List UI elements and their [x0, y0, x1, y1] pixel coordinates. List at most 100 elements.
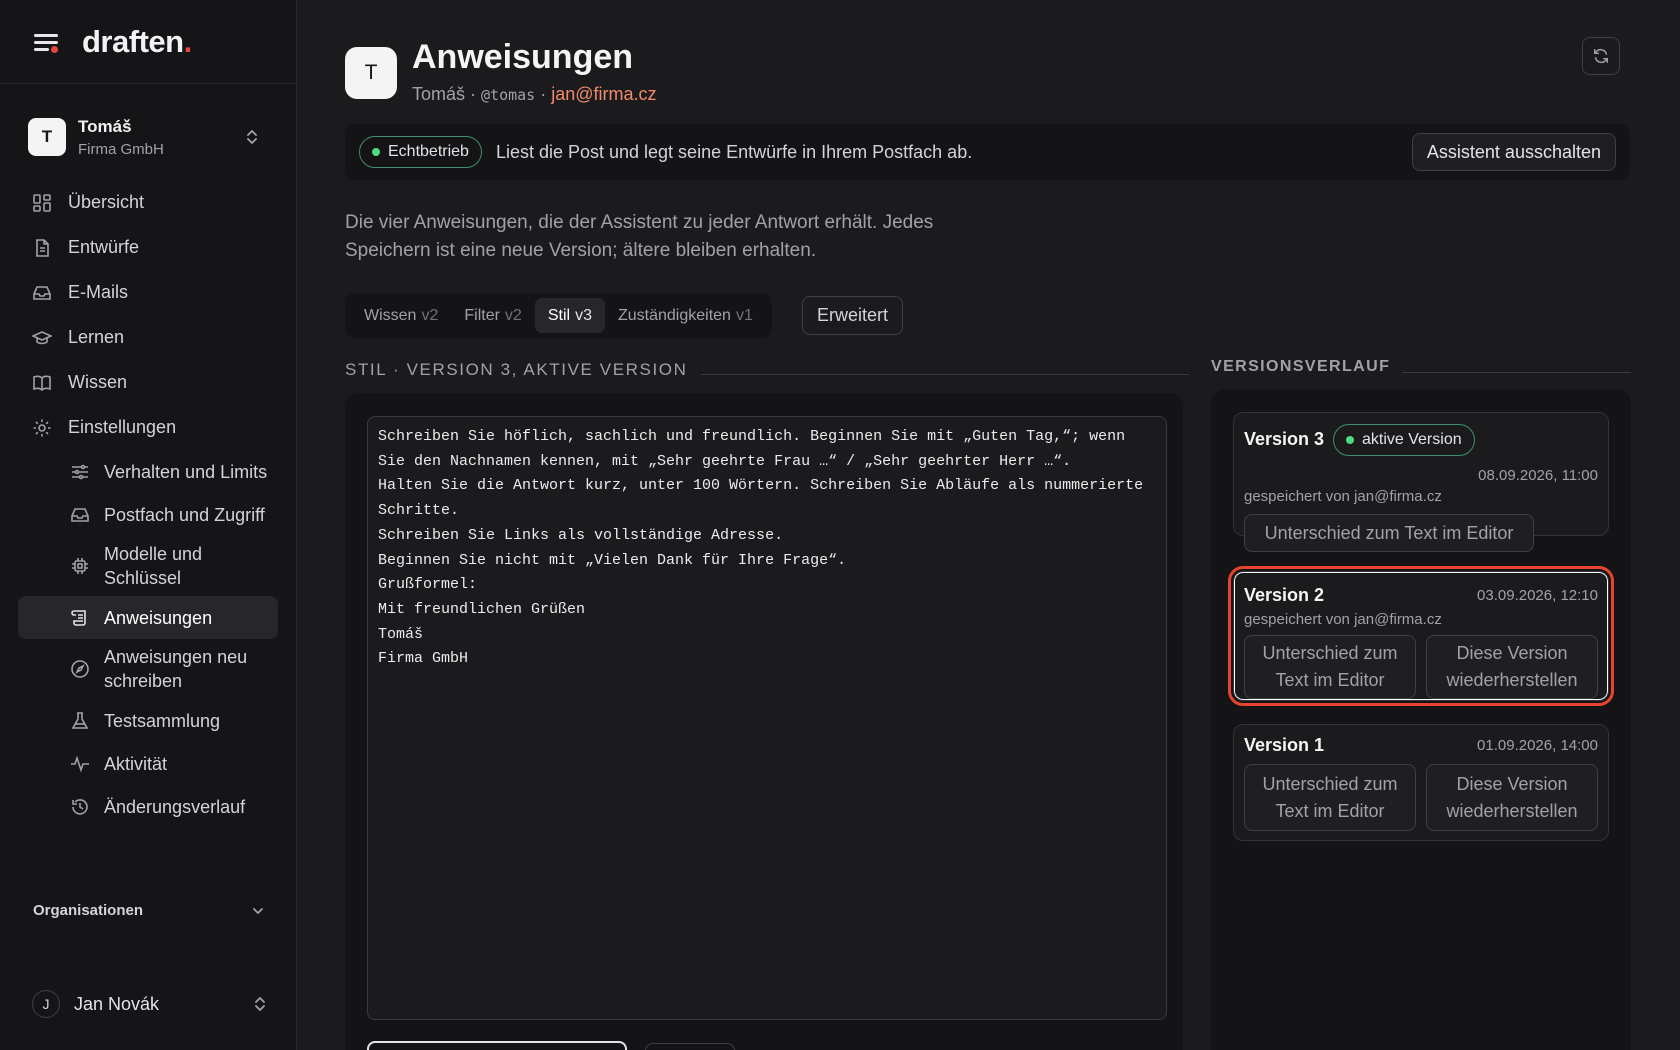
nav-item-instructions[interactable]: Anweisungen	[18, 596, 278, 639]
intro-text: Die vier Anweisungen, die der Assistent …	[345, 212, 934, 261]
nav-item-knowledge[interactable]: Wissen	[18, 360, 278, 405]
dashboard-icon	[33, 193, 51, 212]
version-title: Version 1	[1244, 735, 1325, 755]
nav-item-tests[interactable]: Testsammlung	[70, 699, 278, 742]
refresh-icon	[1593, 48, 1609, 64]
editor-heading-label: STIL · VERSION 3, AKTIVE VERSION	[345, 360, 688, 379]
version-date: 03.09.2026, 12:10	[1477, 587, 1598, 604]
inbox-icon	[33, 285, 51, 300]
nav-label: Änderungsverlauf	[104, 796, 246, 817]
active-version-badge: aktive Version	[1333, 424, 1475, 456]
nav-item-models[interactable]: Modelle und Schlüssel	[70, 536, 278, 596]
nav-item-mailbox[interactable]: Postfach und Zugriff	[70, 493, 278, 536]
status-text: Liest die Post und legt seine Entwürfe i…	[495, 141, 973, 162]
chevron-updown-icon	[247, 130, 257, 144]
assistant-handle: @tomas	[481, 86, 536, 104]
chevron-updown-icon	[255, 997, 265, 1011]
nav-item-overview[interactable]: Übersicht	[18, 180, 278, 225]
nav-item-activity[interactable]: Aktivität	[70, 742, 278, 785]
version-card: Version 3 aktive Version 08.09.2026, 11:…	[1233, 412, 1609, 552]
diff-button[interactable]: Unterschied zum Text im Editor	[1244, 764, 1416, 831]
nav-item-drafts[interactable]: Entwürfe	[18, 225, 278, 270]
restore-version-button[interactable]: Diese Version wiederherstellen	[1426, 764, 1598, 831]
sliders-icon	[72, 464, 88, 479]
tab-wissen[interactable]: Wissen v2	[351, 298, 451, 333]
brand-bar: draften.	[0, 0, 296, 84]
user-menu[interactable]: J Jan Novák	[32, 990, 272, 1018]
settings-subnav: Verhalten und Limits Postfach und Zugrif…	[18, 450, 278, 828]
menu-icon[interactable]	[32, 30, 60, 54]
workspace-avatar: T	[28, 118, 66, 156]
version-title: Version 3	[1244, 429, 1325, 449]
main-nav: Übersicht Entwürfe E-Mails Lernen Wissen…	[18, 180, 278, 828]
assistant-avatar: T	[345, 47, 397, 99]
workspace-switcher[interactable]: T Tomáš Firma GmbH	[18, 104, 278, 170]
nav-item-behavior[interactable]: Verhalten und Limits	[70, 450, 278, 493]
editor-heading: STIL · VERSION 3, AKTIVE VERSION	[345, 360, 1189, 380]
workspace-org: Firma GmbH	[78, 140, 164, 158]
live-dot-icon	[372, 148, 380, 156]
main-content: T Anweisungen Tomáš · @tomas · jan@firma…	[297, 0, 1680, 1050]
activity-icon	[71, 754, 89, 773]
version-saved-by: gespeichert von jan@firma.cz	[1244, 611, 1442, 628]
active-dot-icon	[1346, 436, 1354, 444]
editor-panel: Schreiben Sie höflich, sachlich und freu…	[345, 393, 1183, 1050]
nav-label: Postfach und Zugriff	[104, 504, 265, 525]
instruction-editor[interactable]: Schreiben Sie höflich, sachlich und freu…	[367, 416, 1167, 1020]
logo: draften.	[82, 23, 192, 59]
sidebar: draften. T Tomáš Firma GmbH Übersicht En…	[0, 0, 297, 1050]
nav-label: Einstellungen	[68, 417, 177, 437]
advanced-button[interactable]: Erweitert	[802, 296, 904, 335]
nav-label: Anweisungen	[104, 607, 213, 628]
organisations-label: Organisationen	[33, 902, 144, 919]
nav-label: Entwürfe	[68, 237, 140, 257]
diff-button[interactable]: Unterschied zum Text im Editor	[1244, 514, 1534, 552]
refresh-button[interactable]	[1582, 37, 1620, 75]
nav-item-emails[interactable]: E-Mails	[18, 270, 278, 315]
version-saved-by: gespeichert von jan@firma.cz	[1244, 488, 1442, 505]
save-button[interactable]	[367, 1041, 627, 1050]
tab-stil[interactable]: Stil v3	[534, 298, 605, 333]
scroll-icon	[71, 609, 86, 626]
version-date: 01.09.2026, 14:00	[1477, 737, 1598, 754]
version-history-label: VERSIONSVERLAUF	[1211, 358, 1391, 375]
graduation-cap-icon	[32, 330, 52, 344]
version-card: Version 2 03.09.2026, 12:10 gespeichert …	[1228, 566, 1614, 706]
tab-zustaendigkeiten[interactable]: Zuständigkeiten v1	[605, 298, 766, 333]
assistant-email[interactable]: jan@firma.cz	[551, 84, 656, 104]
diff-button[interactable]: Unterschied zum Text im Editor	[1244, 635, 1416, 699]
nav-item-rewrite[interactable]: Anweisungen neu schreiben	[70, 639, 278, 699]
tab-filter[interactable]: Filter v2	[451, 298, 534, 333]
flask-icon	[71, 711, 89, 729]
inbox-icon	[71, 507, 89, 522]
nav-label: E-Mails	[68, 282, 129, 302]
nav-label: Wissen	[68, 372, 128, 392]
avatar: J	[32, 990, 60, 1018]
nav-label: Modelle und Schlüssel	[104, 544, 203, 588]
nav-item-changelog[interactable]: Änderungsverlauf	[70, 785, 278, 828]
nav-label: Verhalten und Limits	[104, 461, 268, 482]
nav-label: Übersicht	[68, 192, 145, 212]
history-icon	[72, 798, 88, 815]
nav-item-settings[interactable]: Einstellungen	[18, 405, 278, 450]
nav-item-learn[interactable]: Lernen	[18, 315, 278, 360]
chevron-down-icon	[253, 907, 263, 914]
restore-version-button[interactable]: Diese Version wiederherstellen	[1426, 635, 1598, 699]
instruction-tabs: Wissen v2 Filter v2 Stil v3 Zuständigkeiten…	[345, 293, 772, 338]
gear-icon	[33, 419, 51, 436]
divider	[1402, 371, 1631, 373]
version-date: 08.09.2026, 11:00	[1478, 467, 1598, 484]
version-history-panel: Version 3 aktive Version 08.09.2026, 11:…	[1211, 389, 1631, 1050]
status-badge: Echtbetrieb	[359, 136, 482, 168]
chip-icon	[72, 558, 88, 574]
page-title: Anweisungen	[412, 38, 634, 76]
organisations-toggle[interactable]: Organisationen	[33, 902, 265, 919]
book-icon	[33, 375, 51, 391]
workspace-name: Tomáš	[78, 116, 132, 136]
divider	[701, 373, 1189, 375]
disable-assistant-button[interactable]: Assistent ausschalten	[1411, 133, 1616, 171]
reset-button[interactable]	[645, 1043, 735, 1050]
compass-icon	[71, 660, 89, 678]
document-icon	[36, 238, 49, 257]
assistant-status-bar: Echtbetrieb Liest die Post und legt sein…	[345, 124, 1630, 180]
